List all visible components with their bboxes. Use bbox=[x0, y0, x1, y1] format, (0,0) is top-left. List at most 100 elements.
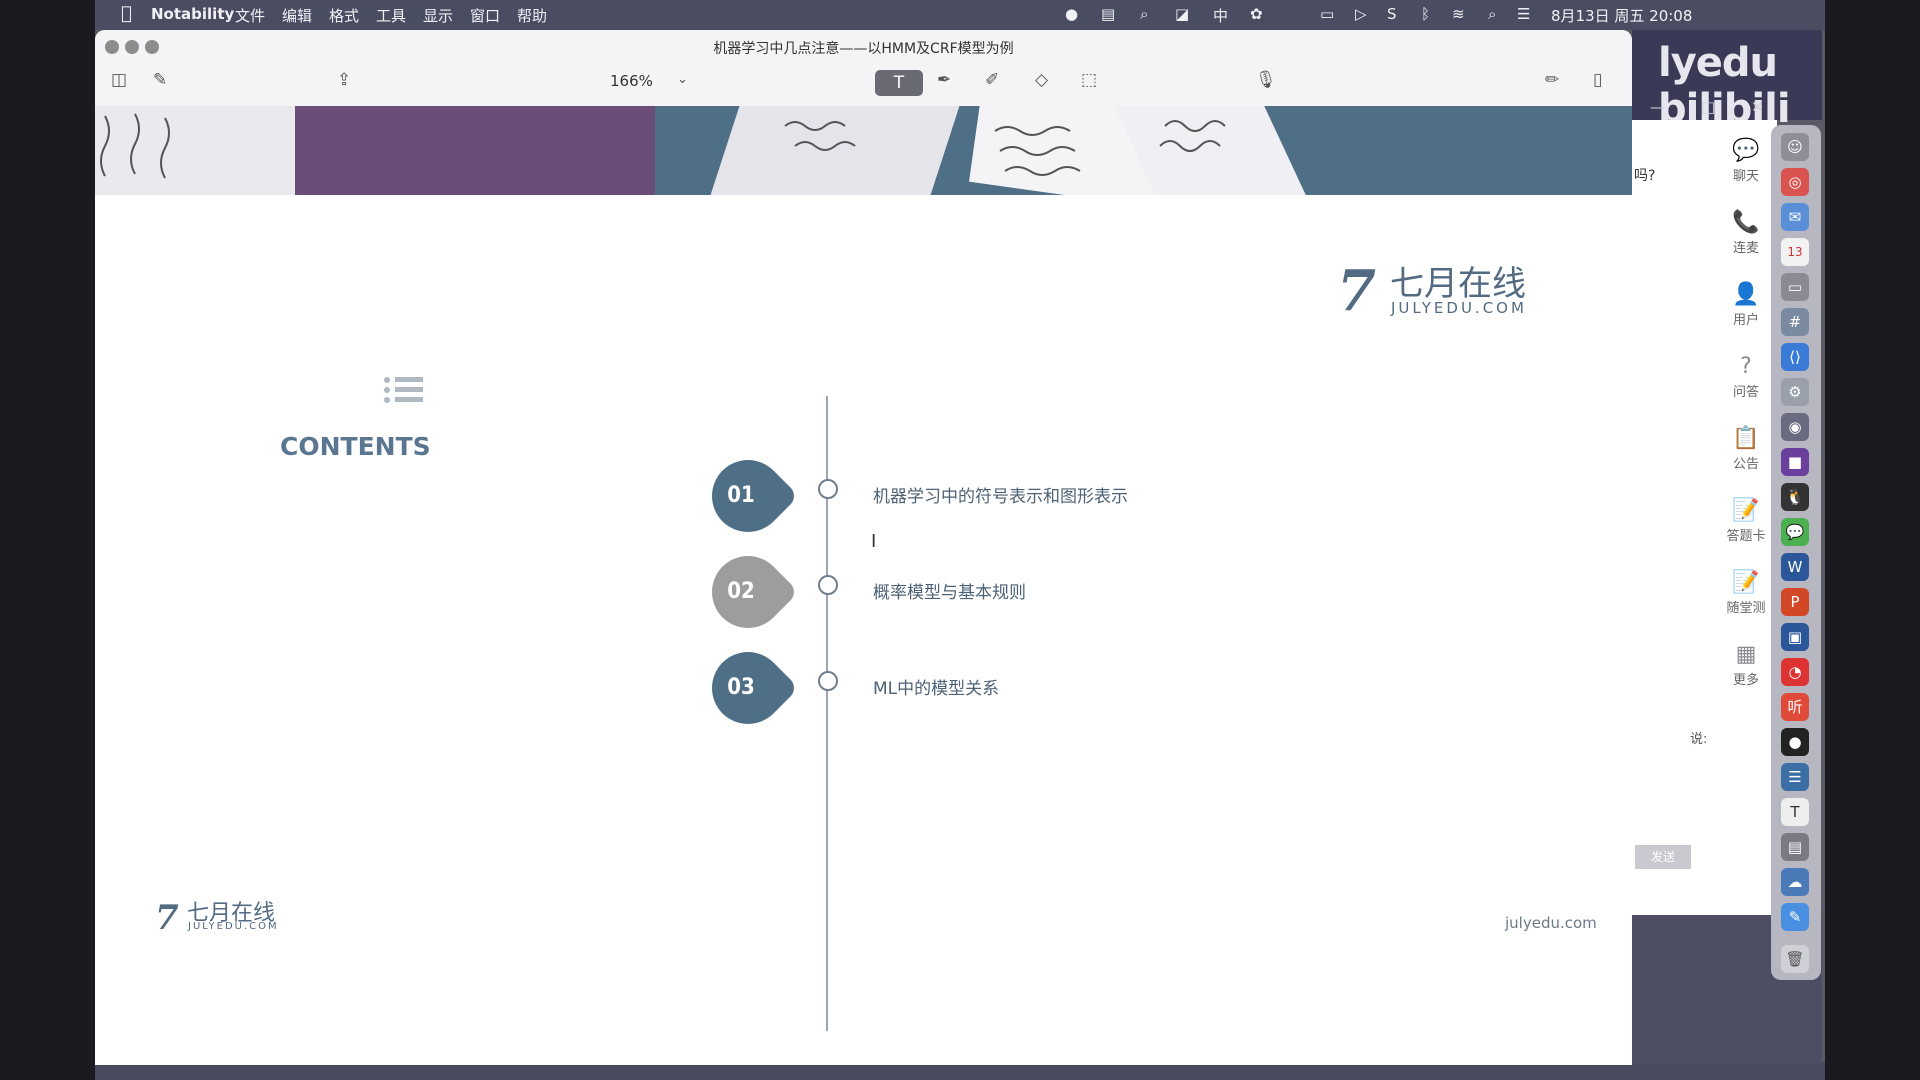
app-icon[interactable]: ◉ bbox=[1781, 413, 1809, 441]
github-icon[interactable]: ● bbox=[1781, 728, 1809, 756]
nav-connect-mic[interactable]: 📞 连麦 bbox=[1724, 210, 1768, 256]
slide: 7 七月在线 JULYEDU.COM CONTENTS 01 机器学习中的符号表… bbox=[95, 106, 1632, 1065]
evernote-icon[interactable]: ✿ bbox=[1250, 5, 1263, 23]
nav-quiz[interactable]: 📝 随堂测 bbox=[1724, 570, 1768, 616]
pencil-tip-icon[interactable]: ✏ bbox=[1545, 70, 1559, 90]
list-icon bbox=[384, 377, 423, 403]
vscode-icon[interactable]: ⟨⟩ bbox=[1781, 343, 1809, 371]
quiz-icon: 📝 bbox=[1732, 570, 1760, 595]
nav-chat[interactable]: 💬 聊天 bbox=[1724, 138, 1768, 184]
app-status-icon[interactable]: ◪ bbox=[1175, 5, 1189, 23]
contents-item-1: 机器学习中的符号表示和图形表示 bbox=[873, 487, 1128, 507]
app-icon[interactable]: ☰ bbox=[1781, 763, 1809, 791]
menu-help[interactable]: 帮助 bbox=[517, 5, 547, 26]
compose-icon[interactable]: ✎ bbox=[153, 70, 167, 90]
notes-icon[interactable]: ▭ bbox=[1781, 273, 1809, 301]
app-icon[interactable]: ⚙ bbox=[1781, 378, 1809, 406]
calendar-icon[interactable]: 13 bbox=[1781, 238, 1809, 266]
phone-icon: 📞 bbox=[1732, 210, 1760, 235]
highlighter-tool-icon[interactable]: ✐ bbox=[985, 70, 999, 90]
library-icon[interactable]: ▤ bbox=[1101, 5, 1115, 23]
apple-menu-icon[interactable]:  bbox=[121, 3, 132, 24]
netease-music-icon[interactable]: ◔ bbox=[1781, 658, 1809, 686]
send-button[interactable]: 发送 bbox=[1635, 845, 1691, 869]
panel-window-controls[interactable]: —□✕ bbox=[1650, 98, 1800, 116]
powerpoint-icon[interactable]: P bbox=[1781, 588, 1809, 616]
menu-view[interactable]: 显示 bbox=[423, 5, 453, 26]
control-center-icon[interactable]: ☰ bbox=[1517, 5, 1530, 23]
zoom-level[interactable]: 166% bbox=[610, 72, 653, 90]
app-icon[interactable]: ■ bbox=[1781, 448, 1809, 476]
menu-edit[interactable]: 编辑 bbox=[282, 5, 312, 26]
typora-icon[interactable]: T bbox=[1781, 798, 1809, 826]
dock: ☺ ◎ ✉ 13 ▭ # ⟨⟩ ⚙ ◉ ■ 🐧 💬 W P ▣ ◔ 听 ● ☰ … bbox=[1771, 125, 1821, 980]
trash-icon[interactable]: 🗑 bbox=[1781, 945, 1809, 973]
eraser-tool-icon[interactable]: ◇ bbox=[1035, 70, 1048, 90]
pen-app-icon[interactable]: ✎ bbox=[1781, 903, 1809, 931]
julyedu-logo-text: 七月在线 bbox=[1390, 264, 1526, 304]
wechat-icon[interactable]: 💬 bbox=[1781, 518, 1809, 546]
item-number: 02 bbox=[727, 579, 755, 604]
footer-url: julyedu.com bbox=[1505, 914, 1597, 932]
nav-users[interactable]: 👤 用户 bbox=[1724, 282, 1768, 328]
window-titlebar: 机器学习中几点注意——以HMM及CRF模型为例 ◫ ✎ ⇪ 166% ⌄ T ✒… bbox=[95, 30, 1632, 107]
menu-tools[interactable]: 工具 bbox=[376, 5, 406, 26]
search-tool-icon[interactable]: ⌕ bbox=[1140, 5, 1148, 23]
contents-item-2: 概率模型与基本规则 bbox=[873, 583, 1026, 603]
play-icon[interactable]: ▷ bbox=[1355, 5, 1367, 23]
slack-icon[interactable]: # bbox=[1781, 308, 1809, 336]
question-icon: ? bbox=[1740, 354, 1752, 379]
sidebar-toggle-icon[interactable]: ◫ bbox=[111, 70, 127, 90]
contents-title: CONTENTS bbox=[280, 432, 431, 461]
julyedu-logo-mark: 7 bbox=[1337, 258, 1376, 324]
screen-mirror-icon[interactable]: ▭ bbox=[1320, 5, 1334, 23]
watermark: lyedu bilibili bbox=[1658, 40, 1791, 132]
chrome-icon[interactable]: ◎ bbox=[1781, 168, 1809, 196]
pen-tool-icon[interactable]: ✒ bbox=[937, 70, 951, 90]
timeline-node bbox=[818, 479, 838, 499]
bluetooth-icon[interactable]: ᛒ bbox=[1421, 5, 1430, 23]
footer-logo-mark: 7 bbox=[155, 898, 179, 938]
chevron-down-icon[interactable]: ⌄ bbox=[677, 72, 688, 87]
window-title: 机器学习中几点注意——以HMM及CRF模型为例 bbox=[713, 41, 1014, 57]
notice-icon: 📋 bbox=[1732, 426, 1760, 451]
wifi-icon[interactable]: ≋ bbox=[1452, 5, 1465, 23]
chat-icon: 💬 bbox=[1732, 138, 1760, 163]
chat-input-label: 说: bbox=[1690, 732, 1708, 747]
timeline-node bbox=[818, 671, 838, 691]
nav-notice[interactable]: 📋 公告 bbox=[1724, 426, 1768, 472]
footer-logo-subtext: JULYEDU.COM bbox=[188, 921, 279, 932]
chat-message-text: 吗? bbox=[1634, 168, 1656, 184]
spotlight-icon[interactable]: ⌕ bbox=[1488, 5, 1496, 23]
nav-more[interactable]: ▦ 更多 bbox=[1724, 642, 1768, 688]
microphone-icon[interactable]: 🎙 bbox=[1255, 70, 1277, 90]
menu-window[interactable]: 窗口 bbox=[470, 5, 500, 26]
listen-icon[interactable]: 听 bbox=[1781, 693, 1809, 721]
menu-file[interactable]: 文件 bbox=[235, 5, 265, 26]
app-icon[interactable]: ▤ bbox=[1781, 833, 1809, 861]
text-tool-button[interactable]: T bbox=[875, 70, 923, 96]
cloud-icon[interactable]: ☁ bbox=[1781, 868, 1809, 896]
device-icon[interactable]: ▯ bbox=[1593, 70, 1602, 90]
mail-icon[interactable]: ✉ bbox=[1781, 203, 1809, 231]
answer-card-icon: 📝 bbox=[1732, 498, 1760, 523]
slide-header-banner bbox=[95, 106, 1632, 195]
record-dot-icon[interactable]: ● bbox=[1065, 5, 1078, 23]
app-menu[interactable]: Notability bbox=[151, 5, 234, 23]
input-method[interactable]: 中 bbox=[1213, 5, 1228, 26]
sync-icon[interactable]: S bbox=[1387, 5, 1397, 23]
menu-format[interactable]: 格式 bbox=[329, 5, 359, 26]
menu-bar:  Notability 文件 编辑 格式 工具 显示 窗口 帮助 ● ▤ ⌕ … bbox=[95, 0, 1825, 30]
app-icon[interactable]: ▣ bbox=[1781, 623, 1809, 651]
item-number: 03 bbox=[727, 675, 755, 700]
lasso-tool-icon[interactable]: ⬚ bbox=[1081, 70, 1097, 90]
word-icon[interactable]: W bbox=[1781, 553, 1809, 581]
share-icon[interactable]: ⇪ bbox=[337, 70, 351, 90]
text-cursor-icon: I bbox=[871, 531, 877, 552]
qq-icon[interactable]: 🐧 bbox=[1781, 483, 1809, 511]
nav-qa[interactable]: ? 问答 bbox=[1724, 354, 1768, 400]
contents-item-3: ML中的模型关系 bbox=[873, 679, 1000, 699]
finder-icon[interactable]: ☺ bbox=[1781, 133, 1809, 161]
nav-answer-card[interactable]: 📝 答题卡 bbox=[1724, 498, 1768, 544]
clock[interactable]: 8月13日 周五 20:08 bbox=[1551, 5, 1692, 26]
